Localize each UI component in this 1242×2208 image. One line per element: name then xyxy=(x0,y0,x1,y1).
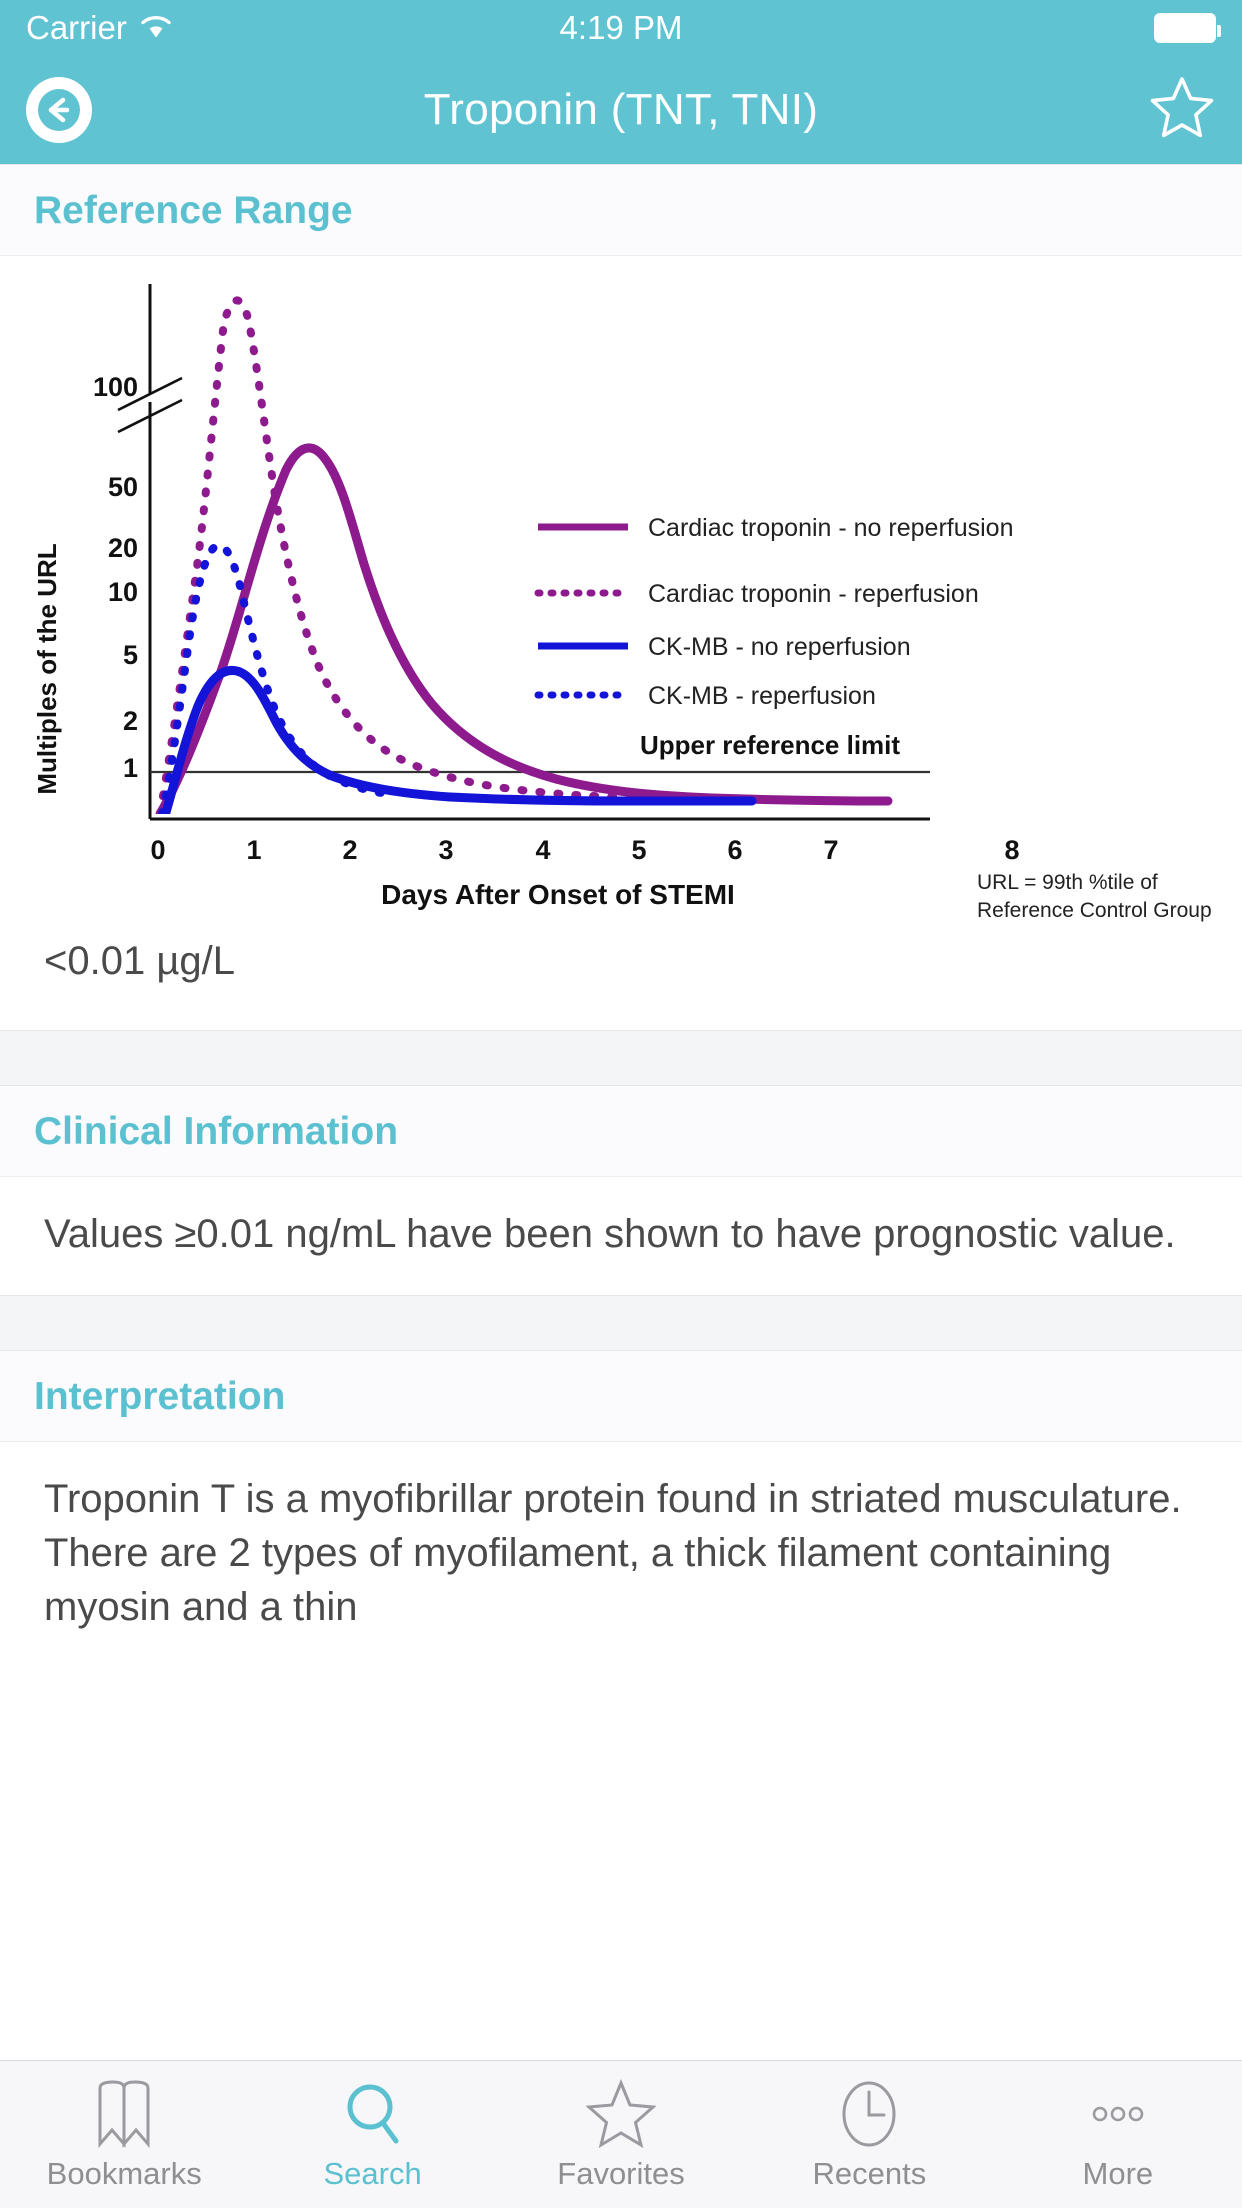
y-tick-100: 100 xyxy=(93,372,138,402)
section-body-clinical-information: Values ≥0.01 ng/mL have been shown to ha… xyxy=(0,1177,1242,1295)
x-tick-7: 7 xyxy=(823,835,838,865)
y-tick-2: 2 xyxy=(123,706,138,736)
section-divider-2 xyxy=(0,1295,1242,1351)
legend-label-3: CK-MB - reperfusion xyxy=(648,682,876,710)
section-divider-1 xyxy=(0,1030,1242,1086)
status-bar-right xyxy=(1154,13,1221,43)
star-icon xyxy=(586,2078,657,2150)
status-bar: Carrier 4:19 PM xyxy=(0,0,1242,56)
chart-footnote-line-2: Reference Control Group xyxy=(977,899,1212,922)
chart-footnote-line-1: URL = 99th %tile of xyxy=(977,871,1158,894)
x-tick-8: 8 xyxy=(1004,835,1019,865)
bookmarks-icon xyxy=(91,2078,157,2150)
page-title: Troponin (TNT, TNI) xyxy=(423,85,819,134)
tab-search[interactable]: Search xyxy=(248,2061,496,2208)
x-tick-4: 4 xyxy=(535,835,550,865)
y-axis-title: Multiples of the URL xyxy=(32,543,62,794)
troponin-ckmb-chart: 100 50 20 10 5 2 1 Multiples of the URL … xyxy=(32,284,1212,922)
reference-range-chart: 100 50 20 10 5 2 1 Multiples of the URL … xyxy=(0,256,1242,939)
x-tick-2: 2 xyxy=(342,835,357,865)
status-bar-time: 4:19 PM xyxy=(559,9,683,46)
section-title-reference-range: Reference Range xyxy=(34,189,353,232)
x-tick-0: 0 xyxy=(150,835,165,865)
tab-more[interactable]: More xyxy=(994,2061,1242,2208)
series-ckmb-reperfusion xyxy=(158,541,400,814)
back-arrow-icon xyxy=(38,89,80,131)
series-cardiac-troponin-reperfusion xyxy=(156,296,620,814)
chart-legend: Cardiac troponin - no reperfusion Cardia… xyxy=(534,514,1013,710)
tab-label-bookmarks: Bookmarks xyxy=(46,2155,202,2191)
y-tick-10: 10 xyxy=(108,577,138,607)
legend-label-2: CK-MB - no reperfusion xyxy=(648,633,911,661)
upper-reference-limit-label: Upper reference limit xyxy=(640,730,900,760)
section-body-interpretation: Troponin T is a myofibrillar protein fou… xyxy=(0,1442,1242,1668)
section-title-interpretation: Interpretation xyxy=(34,1375,286,1418)
clock-icon xyxy=(836,2078,902,2150)
section-title-clinical-information: Clinical Information xyxy=(34,1110,399,1153)
app-screen: Carrier 4:19 PM Troponin (TNT, TNI) Refe… xyxy=(0,0,1242,2208)
y-tick-50: 50 xyxy=(108,472,138,502)
x-tick-6: 6 xyxy=(727,835,742,865)
legend-label-0: Cardiac troponin - no reperfusion xyxy=(648,514,1013,542)
section-header-interpretation: Interpretation xyxy=(0,1351,1242,1442)
tab-label-favorites: Favorites xyxy=(557,2155,685,2191)
search-icon xyxy=(340,2078,406,2150)
tab-recents[interactable]: Recents xyxy=(745,2061,993,2208)
tab-bookmarks[interactable]: Bookmarks xyxy=(0,2061,248,2208)
section-header-clinical-information: Clinical Information xyxy=(0,1086,1242,1177)
y-tick-20: 20 xyxy=(108,533,138,563)
interpretation-text: Troponin T is a myofibrillar protein fou… xyxy=(44,1477,1182,1629)
tab-favorites[interactable]: Favorites xyxy=(497,2061,745,2208)
x-tick-5: 5 xyxy=(631,835,646,865)
x-tick-3: 3 xyxy=(438,835,453,865)
y-tick-1: 1 xyxy=(123,753,138,783)
x-axis-ticks: 0 1 2 3 4 5 6 7 8 xyxy=(150,835,1019,865)
tab-label-more: More xyxy=(1082,2155,1154,2191)
reference-range-value-wrap: <0.01 µg/L xyxy=(0,939,1242,1030)
x-tick-1: 1 xyxy=(246,835,261,865)
clinical-information-text: Values ≥0.01 ng/mL have been shown to ha… xyxy=(44,1212,1176,1256)
star-outline-icon xyxy=(1150,76,1214,137)
legend-label-1: Cardiac troponin - reperfusion xyxy=(648,580,979,608)
x-axis-title: Days After Onset of STEMI xyxy=(381,879,735,910)
tab-label-recents: Recents xyxy=(812,2155,927,2191)
tab-bar: Bookmarks Search Favorites Recents More xyxy=(0,2060,1242,2208)
favorite-button[interactable] xyxy=(1148,75,1216,146)
navigation-bar: Troponin (TNT, TNI) xyxy=(0,56,1242,164)
battery-icon xyxy=(1154,13,1221,43)
tab-label-search: Search xyxy=(323,2155,422,2191)
back-button[interactable] xyxy=(26,77,92,143)
ellipsis-icon xyxy=(1078,2078,1158,2150)
reference-range-value: <0.01 µg/L xyxy=(44,939,235,983)
section-header-reference-range: Reference Range xyxy=(0,164,1242,256)
y-tick-5: 5 xyxy=(123,640,138,670)
